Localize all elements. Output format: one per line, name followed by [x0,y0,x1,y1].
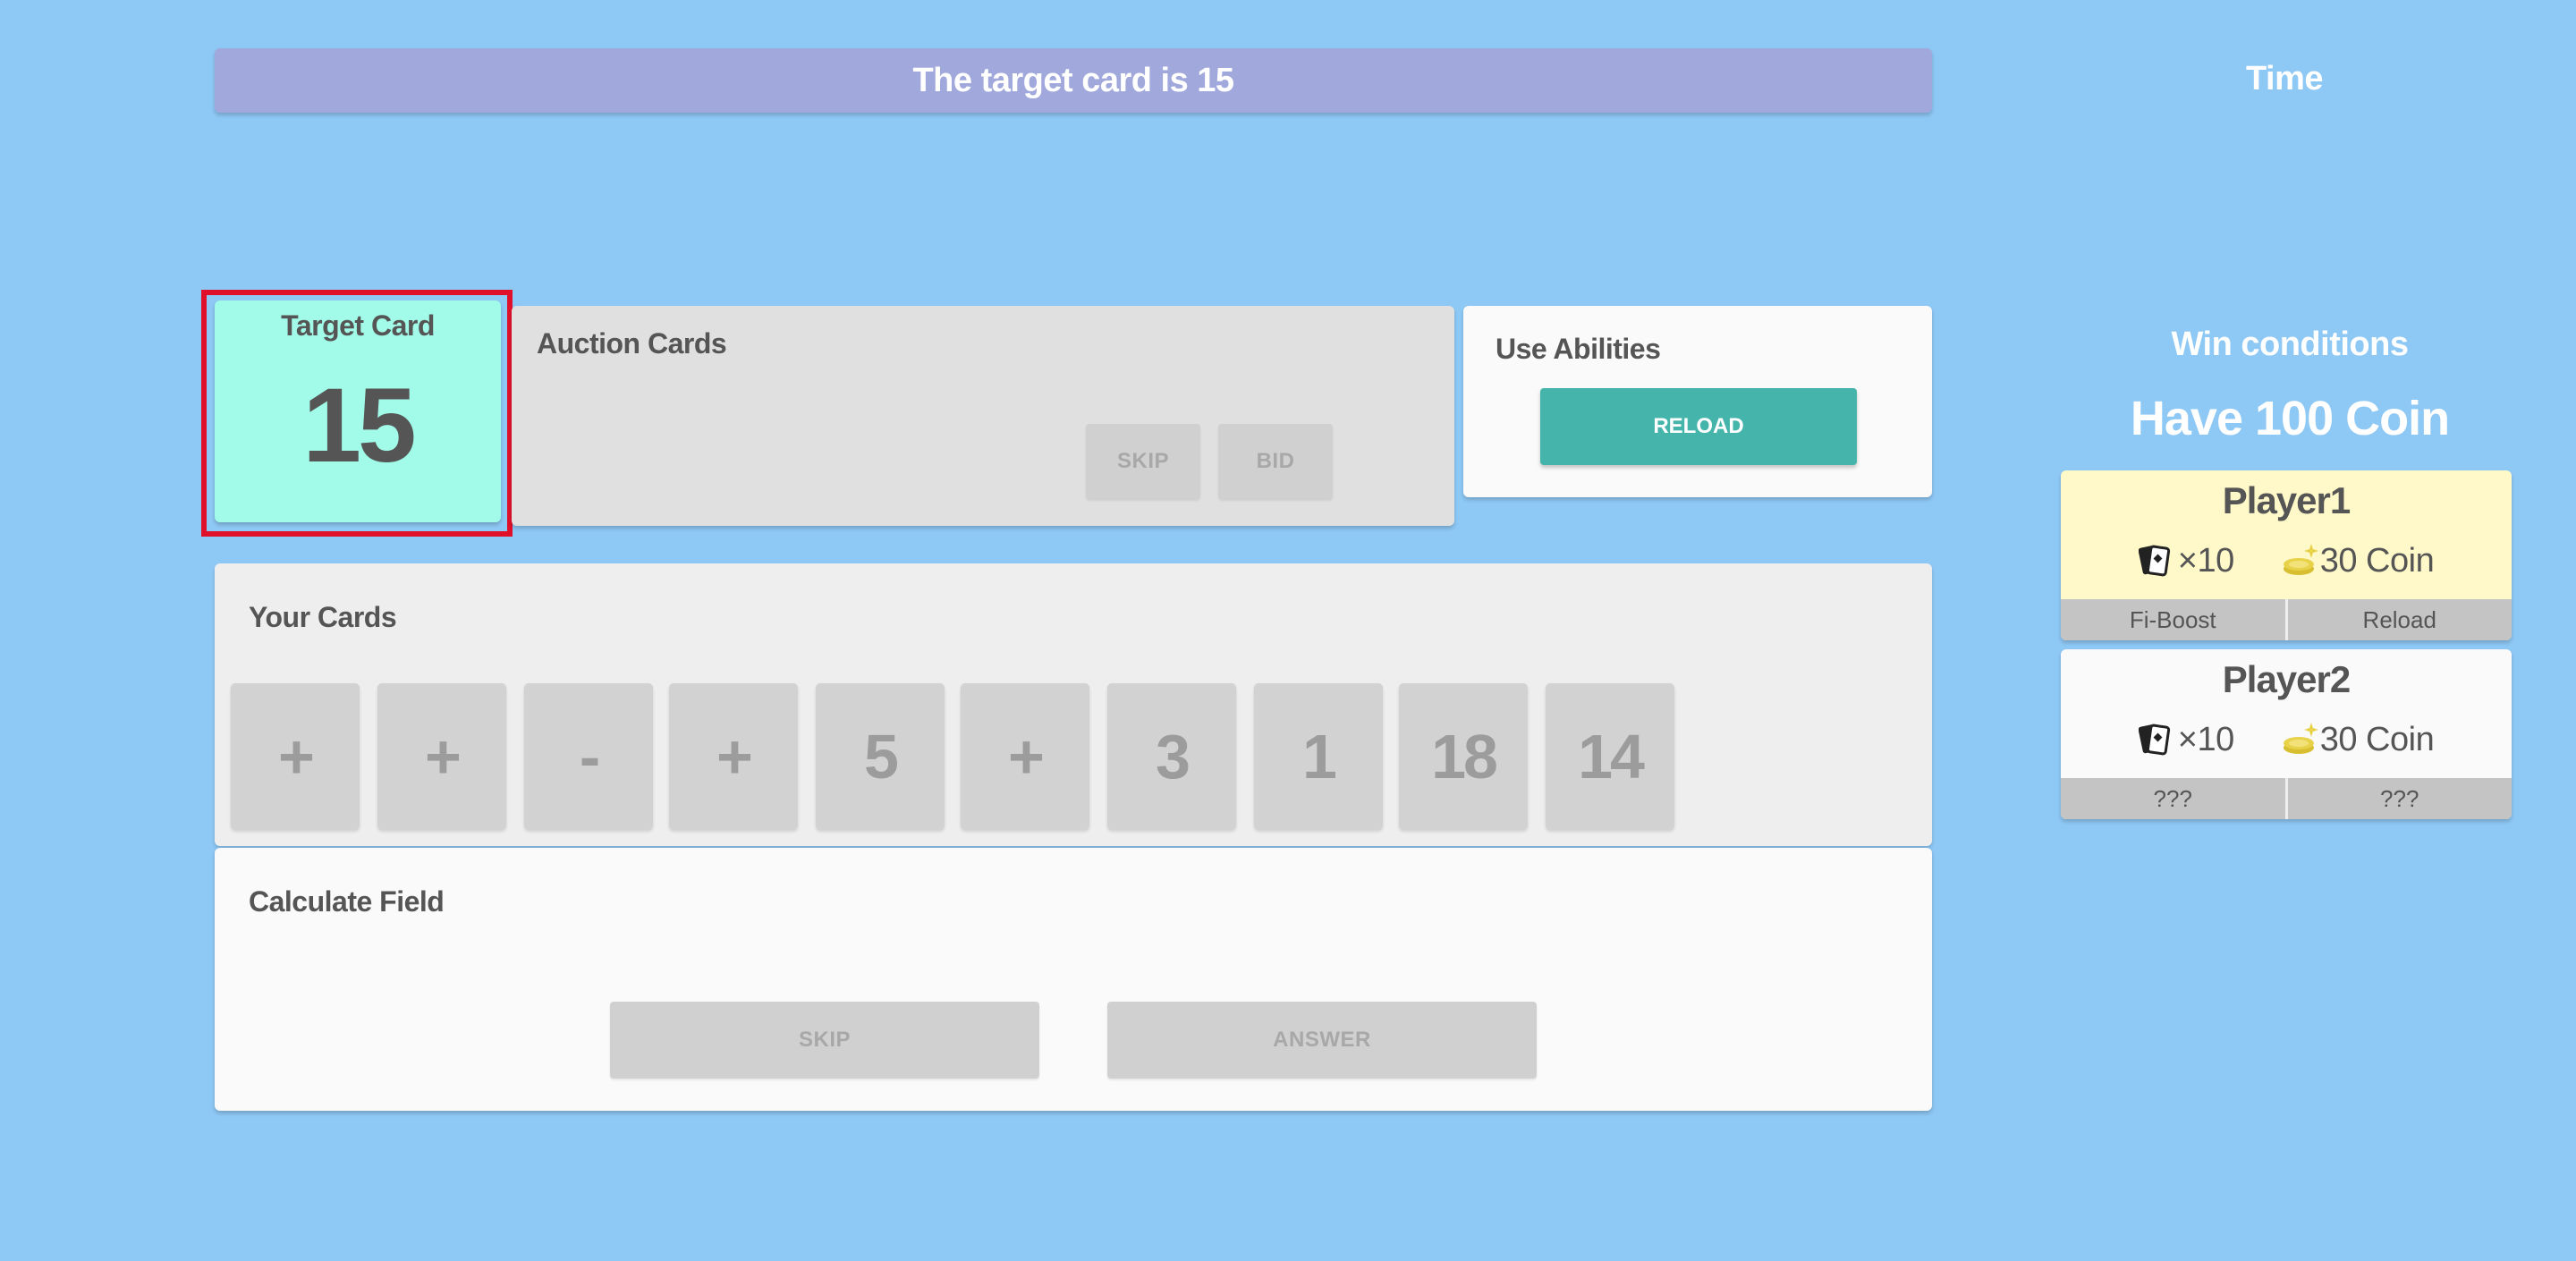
player-abilities: ??? ??? [2061,778,2512,819]
win-conditions-title: Win conditions [2171,325,2409,363]
target-card-value: 15 [302,367,416,485]
player-card-player1: Player1 ×10 30 Coin Fi-Boost Reload [2061,470,2512,640]
coin-count-value: 30 Coin [2319,541,2435,580]
hand-card[interactable]: - [524,683,653,830]
target-card: Target Card 15 [215,300,501,522]
calculate-answer-button[interactable]: ANSWER [1107,1002,1537,1079]
reload-button[interactable]: RELOAD [1540,388,1857,465]
ability-slot: ??? [2284,778,2512,819]
hand-card[interactable]: 3 [1107,683,1236,830]
coin-icon [2281,720,2320,759]
coin-count-value: 30 Coin [2319,720,2435,758]
calculate-skip-button[interactable]: SKIP [610,1002,1039,1079]
time-label: Time [2245,59,2324,97]
player-name: Player1 [2222,479,2351,521]
player-stats: ×10 30 Coin [2061,717,2512,762]
auction-skip-button[interactable]: SKIP [1086,424,1200,499]
player-stats: ×10 30 Coin [2061,538,2512,583]
player-name: Player2 [2222,658,2351,700]
player-abilities: Fi-Boost Reload [2061,599,2512,640]
hand-card[interactable]: 5 [816,683,945,830]
target-card-label: Target Card [281,309,435,342]
cards-icon [2138,722,2178,757]
hand-card[interactable]: + [669,683,798,830]
coin-icon [2281,541,2320,580]
abilities-title: Use Abilities [1496,333,1661,365]
card-count: ×10 [2138,720,2234,759]
auction-bid-button[interactable]: BID [1218,424,1333,499]
hand-card[interactable]: 14 [1546,683,1674,830]
calculate-title: Calculate Field [249,885,445,918]
hand-card[interactable]: 1 [1254,683,1383,830]
ability-slot: Reload [2284,599,2512,640]
coin-count: 30 Coin [2281,720,2435,759]
target-message-bar: The target card is 15 [215,48,1932,113]
card-count-value: ×10 [2177,720,2234,758]
card-count: ×10 [2138,541,2234,580]
auction-title: Auction Cards [537,327,727,360]
cards-icon [2138,543,2178,579]
hand-card[interactable]: 18 [1399,683,1528,830]
hand-title: Your Cards [249,601,397,633]
player-card-player2: Player2 ×10 30 Coin ??? ??? [2061,649,2512,819]
hand-card[interactable]: + [377,683,506,830]
ability-slot: Fi-Boost [2061,599,2285,640]
hand-card[interactable]: + [231,683,360,830]
win-conditions-value: Have 100 Coin [2130,392,2450,445]
ability-slot: ??? [2061,778,2285,819]
coin-count: 30 Coin [2281,541,2435,580]
target-message: The target card is 15 [912,61,1234,99]
hand-card[interactable]: + [961,683,1089,830]
card-count-value: ×10 [2177,541,2234,580]
